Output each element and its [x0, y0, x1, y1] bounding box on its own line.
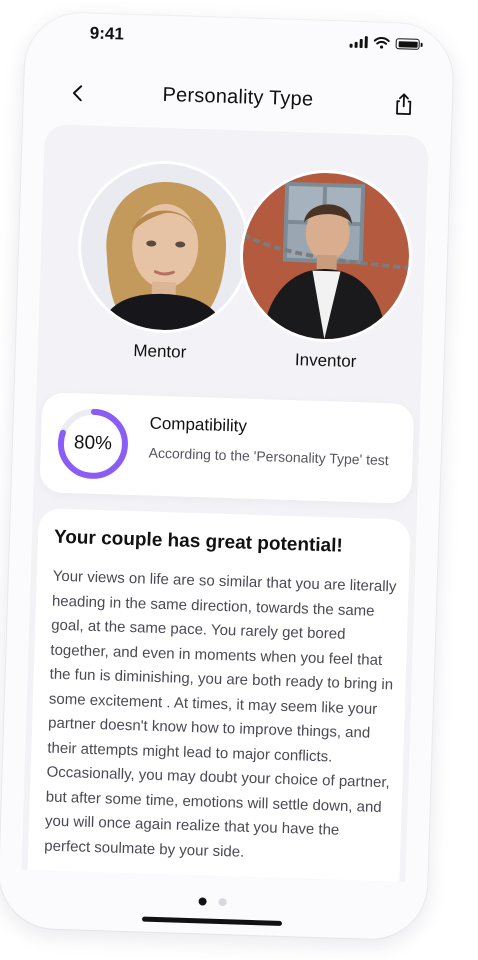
page-dot-2[interactable] — [218, 897, 227, 907]
status-time: 9:41 — [89, 23, 125, 44]
screen: 9:41 Personality Type Mentor Inventor 80… — [0, 0, 478, 960]
potential-title: Your couple has great potential! — [53, 526, 344, 557]
page-dot-1[interactable] — [198, 897, 207, 906]
home-indicator[interactable] — [141, 916, 283, 926]
wifi-icon — [373, 37, 390, 49]
status-bar: 9:41 — [25, 12, 454, 69]
compatibility-card: 80% Compatibility According to the 'Pers… — [39, 392, 415, 504]
share-button[interactable] — [387, 87, 420, 122]
status-icons — [349, 36, 420, 50]
potential-description: Your views on life are so similar that y… — [44, 567, 397, 861]
compatibility-title: Compatibility — [149, 413, 248, 436]
page-indicator — [0, 891, 427, 912]
phone-frame: 9:41 Personality Type Mentor Inventor 80… — [0, 11, 455, 941]
potential-card: Your couple has great potential! Your vi… — [27, 508, 411, 882]
avatar-label-inventor: Inventor — [294, 350, 357, 372]
avatar-inventor[interactable] — [240, 170, 412, 342]
portrait-woman-image — [78, 161, 250, 333]
avatar-label-mentor: Mentor — [133, 341, 187, 362]
compatibility-description: According to the 'Personality Type' test — [148, 444, 389, 469]
avatar-mentor[interactable] — [78, 161, 250, 333]
content-panel: Mentor Inventor 80% Compatibility Accord… — [21, 124, 429, 882]
header: Personality Type — [23, 69, 452, 126]
compatibility-percent: 80% — [73, 432, 113, 455]
battery-icon — [395, 38, 420, 50]
share-icon — [396, 93, 412, 115]
portrait-man-image — [240, 170, 412, 342]
signal-icon — [349, 36, 368, 49]
